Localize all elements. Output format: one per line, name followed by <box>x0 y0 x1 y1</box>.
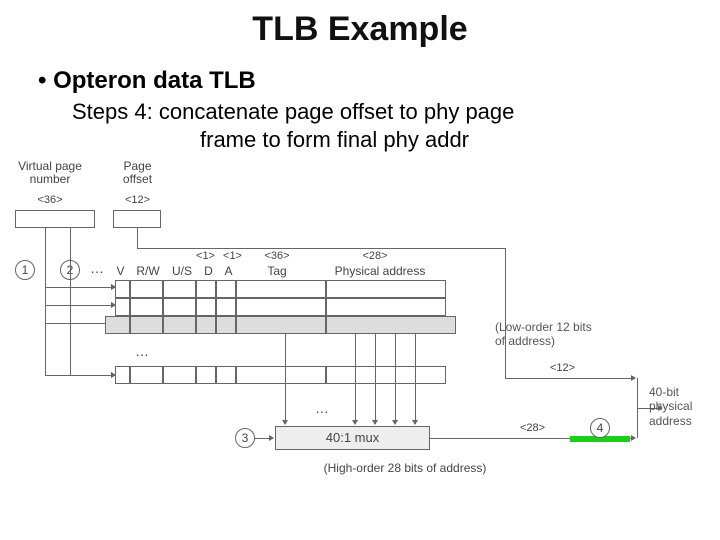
label-vpn: Virtual page number <box>15 160 85 186</box>
arrow <box>395 334 396 424</box>
tlb-row <box>115 280 446 298</box>
tlb-diagram: Virtual page number Page offset <36> <12… <box>15 160 705 530</box>
label-a: A <box>221 265 236 278</box>
arrow <box>375 334 376 424</box>
box-offset <box>113 210 161 228</box>
label-output: 40-bit physical address <box>649 385 709 428</box>
bullet-heading: Opteron data TLB <box>38 67 700 95</box>
tlb-row <box>115 298 446 316</box>
label-tag: Tag <box>247 265 307 278</box>
line <box>137 228 138 248</box>
arrow <box>70 305 115 306</box>
tlb-row-highlighted <box>105 316 456 334</box>
bits-28: <28> <box>355 250 395 262</box>
step-subtext: frame to form final phy addr <box>200 127 700 153</box>
arrow <box>505 378 635 379</box>
step-circle-4: 4 <box>590 418 610 438</box>
arrow <box>415 334 416 424</box>
label-page-offset: Page offset <box>115 160 160 186</box>
page-title: TLB Example <box>20 10 700 49</box>
line <box>70 323 71 375</box>
bits-1a: <1> <box>193 250 218 262</box>
bits-1b: <1> <box>220 250 245 262</box>
step-circle-3: 3 <box>235 428 255 448</box>
step-circle-1: 1 <box>15 260 35 280</box>
tlb-row <box>115 366 446 384</box>
line <box>45 228 46 323</box>
bits-28-out: <28> <box>515 422 550 434</box>
step-text: concatenate page offset to phy page <box>159 99 515 124</box>
mux-box: 40:1 mux <box>275 426 430 450</box>
arrow <box>285 334 286 424</box>
label-high-order: (High-order 28 bits of address) <box>295 462 515 475</box>
label-low-order: (Low-order 12 bits of address) <box>495 320 635 349</box>
bits-12-right: <12> <box>545 362 580 374</box>
label-physaddr: Physical address <box>325 265 435 278</box>
bits-36: <36> <box>30 194 70 206</box>
step-label: Steps 4: <box>72 99 153 124</box>
bits-36b: <36> <box>257 250 297 262</box>
arrow <box>70 287 115 288</box>
label-us: U/S <box>167 265 197 278</box>
label-d: D <box>201 265 216 278</box>
label-rw: R/W <box>133 265 163 278</box>
bits-12: <12> <box>120 194 155 206</box>
box-vpn <box>15 210 95 228</box>
dots: … <box>135 343 151 359</box>
arrow <box>70 375 115 376</box>
line <box>45 323 46 375</box>
step-line: Steps 4: concatenate page offset to phy … <box>72 99 700 125</box>
dots: … <box>315 400 331 416</box>
line <box>70 228 71 323</box>
line <box>137 248 505 249</box>
arrow <box>255 438 273 439</box>
line <box>505 248 506 378</box>
arrow <box>355 334 356 424</box>
label-v: V <box>113 265 128 278</box>
dots: … <box>90 260 106 276</box>
